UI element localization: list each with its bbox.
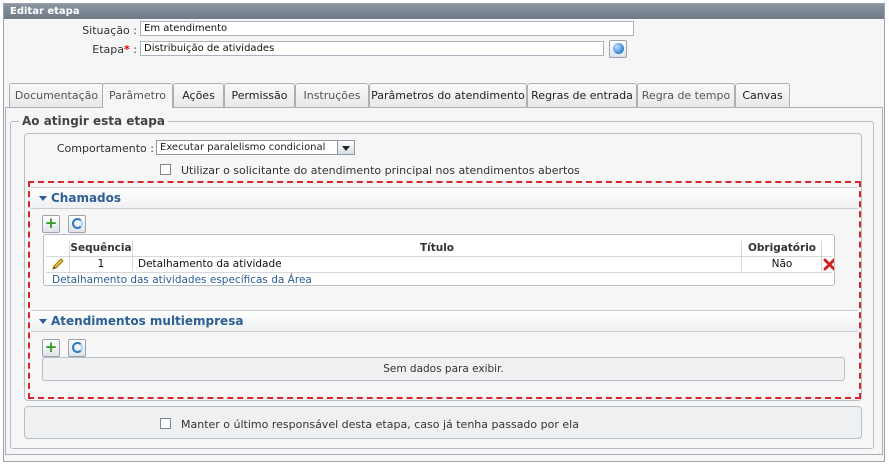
- row-obrigatorio: Não: [771, 258, 793, 270]
- add-icon: +: [44, 338, 58, 356]
- chamados-title: Chamados: [51, 191, 122, 205]
- refresh-multiempresa-button[interactable]: [68, 339, 86, 357]
- multiempresa-title: Atendimentos multiempresa: [51, 314, 244, 328]
- tab-permissao[interactable]: Permissão: [224, 83, 295, 107]
- refresh-chamado-button[interactable]: [68, 215, 86, 233]
- tab-acoes[interactable]: Ações: [173, 83, 224, 107]
- etapa-label-sep: :: [129, 43, 137, 56]
- column-titulo[interactable]: Título: [133, 241, 741, 255]
- requester-checkbox[interactable]: [160, 164, 171, 175]
- situacao-field[interactable]: Em atendimento: [140, 21, 634, 36]
- keep-responsible-checkbox[interactable]: [160, 418, 171, 429]
- behavior-selected: Executar paralelismo condicional: [160, 142, 326, 153]
- etapa-field[interactable]: Distribuição de atividades: [140, 41, 604, 56]
- etapa-label-text: Etapa: [92, 43, 125, 56]
- chamados-grid: Sequência Título Obrigatório 1 Detalhame…: [43, 234, 835, 286]
- tab-canvas[interactable]: Canvas: [735, 83, 790, 107]
- etapa-label: Etapa* :: [60, 43, 137, 56]
- refresh-icon: [72, 342, 83, 353]
- tab-regra-tempo[interactable]: Regra de tempo: [637, 83, 735, 107]
- row-descricao: Detalhamento das atividades específicas …: [52, 274, 312, 286]
- tab-parametro[interactable]: Parâmetro: [102, 83, 173, 108]
- chamados-header[interactable]: Chamados: [31, 187, 858, 209]
- keep-responsible-label: Manter o último responsável desta etapa,…: [181, 418, 579, 431]
- globe-icon[interactable]: [609, 40, 627, 58]
- collapse-triangle-icon[interactable]: [39, 196, 47, 201]
- add-chamado-button[interactable]: +: [42, 215, 60, 233]
- situacao-label: Situação :: [82, 24, 137, 37]
- chevron-down-icon[interactable]: [337, 141, 354, 154]
- behavior-label: Comportamento :: [56, 142, 154, 155]
- tab-regras-entrada[interactable]: Regras de entrada: [527, 83, 637, 107]
- column-sequencia[interactable]: Sequência: [70, 241, 132, 255]
- fieldset-legend: Ao atingir esta etapa: [19, 114, 168, 128]
- empty-grid-message: Sem dados para exibir.: [42, 357, 845, 381]
- add-icon: +: [44, 214, 58, 232]
- requester-checkbox-label: Utilizar o solicitante do atendimento pr…: [181, 164, 580, 177]
- row-sequencia: 1: [97, 258, 105, 270]
- pencil-icon[interactable]: [51, 257, 65, 271]
- column-obrigatorio[interactable]: Obrigatório: [742, 241, 822, 255]
- multiempresa-header[interactable]: Atendimentos multiempresa: [31, 310, 858, 332]
- row-titulo: Detalhamento da atividade: [138, 258, 282, 270]
- refresh-icon: [72, 218, 83, 229]
- tab-instrucoes[interactable]: Instruções: [295, 83, 369, 107]
- add-multiempresa-button[interactable]: +: [42, 339, 60, 357]
- collapse-triangle-icon[interactable]: [39, 319, 47, 324]
- delete-icon[interactable]: [823, 258, 835, 271]
- behavior-select[interactable]: Executar paralelismo condicional: [156, 140, 355, 155]
- tab-documentacao[interactable]: Documentação: [9, 83, 104, 107]
- window-title: Editar etapa: [4, 4, 884, 19]
- tab-parametros-atendimento[interactable]: Parâmetros do atendimento: [369, 83, 527, 107]
